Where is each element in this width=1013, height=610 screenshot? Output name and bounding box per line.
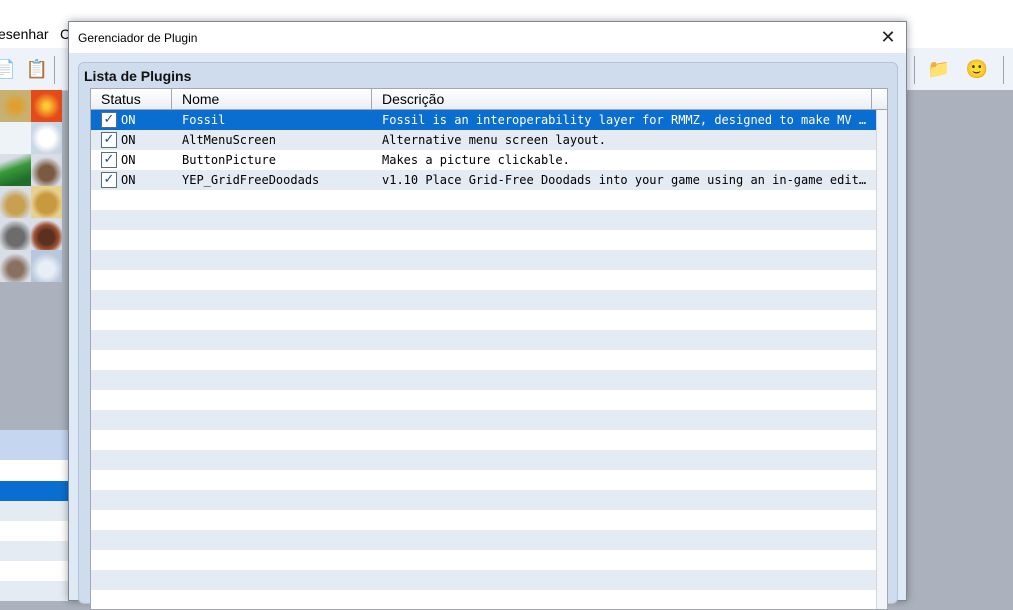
- map-list-item[interactable]: [0, 581, 68, 601]
- empty-row: [91, 370, 877, 390]
- status-cell: ✓ ON: [101, 130, 171, 150]
- plugin-name-cell: YEP_GridFreeDoodads: [182, 173, 320, 187]
- group-title: Lista de Plugins: [84, 68, 192, 84]
- empty-row: [91, 450, 877, 470]
- empty-row: [91, 270, 877, 290]
- map-folder-icon[interactable]: 📁: [926, 56, 952, 82]
- empty-row: [91, 350, 877, 370]
- map-canvas-area: [906, 90, 1013, 599]
- dialog-titlebar[interactable]: Gerenciador de Plugin ✕: [69, 22, 906, 53]
- plugin-list-group: Lista de Plugins Status Nome Descrição ✓…: [78, 62, 898, 610]
- map-list-tabbar[interactable]: [0, 430, 68, 460]
- map-list-item-selected[interactable]: [0, 481, 68, 501]
- empty-row: [91, 310, 877, 330]
- column-header-name[interactable]: Nome: [172, 89, 372, 109]
- plugin-name-cell: ButtonPicture: [182, 153, 276, 167]
- tile-volcano[interactable]: [31, 218, 62, 250]
- empty-row: [91, 590, 877, 609]
- close-icon: ✕: [880, 27, 896, 47]
- plugin-description-cell: Makes a picture clickable.: [382, 153, 570, 167]
- empty-row: [91, 190, 877, 210]
- status-checkbox[interactable]: ✓: [101, 132, 117, 148]
- empty-row: [91, 330, 877, 350]
- dialog-title: Gerenciador de Plugin: [78, 31, 198, 45]
- table-row[interactable]: ✓ ON ButtonPicture Makes a picture clickabl…: [91, 150, 877, 170]
- column-header-status[interactable]: Status: [91, 89, 172, 109]
- tileset-palette[interactable]: [0, 90, 62, 282]
- toolbar-separator: [54, 56, 55, 84]
- map-list[interactable]: [0, 460, 68, 601]
- empty-row: [91, 410, 877, 430]
- table-body: ✓ ON Fossil Fossil is an interoperability l…: [91, 110, 877, 609]
- plugin-name-cell: AltMenuScreen: [182, 133, 276, 147]
- status-label: ON: [121, 133, 136, 147]
- empty-row: [91, 290, 877, 310]
- tile-brown-rock[interactable]: [31, 154, 62, 186]
- plugin-table[interactable]: Status Nome Descrição ✓ ON Fossil Fossil is…: [90, 88, 888, 610]
- status-cell: ✓ ON: [101, 110, 171, 130]
- menu-item-desenhar[interactable]: esenhar: [0, 26, 49, 42]
- plugin-name-cell: Fossil: [182, 113, 226, 127]
- empty-row: [91, 210, 877, 230]
- empty-row: [91, 250, 877, 270]
- toolbar-separator: [1003, 56, 1004, 84]
- tile-ice-rock[interactable]: [31, 250, 62, 282]
- empty-row: [91, 390, 877, 410]
- column-header-description[interactable]: Descrição: [372, 89, 872, 109]
- map-list-item[interactable]: [0, 541, 68, 561]
- status-cell: ✓ ON: [101, 170, 171, 190]
- table-row[interactable]: ✓ ON Fossil Fossil is an interoperability l…: [91, 110, 877, 130]
- status-cell: ✓ ON: [101, 150, 171, 170]
- column-header-filler: [872, 89, 887, 109]
- table-scrollbar-gutter[interactable]: [876, 110, 887, 609]
- empty-row: [91, 230, 877, 250]
- page-icon[interactable]: 📄: [0, 56, 18, 82]
- tile-flower[interactable]: [0, 90, 31, 122]
- empty-row: [91, 510, 877, 530]
- status-checkbox[interactable]: ✓: [101, 152, 117, 168]
- toolbar-separator: [914, 56, 915, 84]
- tile-cloud[interactable]: [31, 122, 62, 154]
- status-checkbox[interactable]: ✓: [101, 112, 117, 128]
- table-row[interactable]: ✓ ON AltMenuScreen Alternative menu screen …: [91, 130, 877, 150]
- character-face-icon[interactable]: 🙂: [964, 56, 990, 82]
- status-label: ON: [121, 153, 136, 167]
- status-checkbox[interactable]: ✓: [101, 172, 117, 188]
- plugin-description-cell: Fossil is an interoperability layer for …: [382, 113, 872, 127]
- plugin-description-cell: Alternative menu screen layout.: [382, 133, 606, 147]
- plugin-description-cell: v1.10 Place Grid-Free Doodads into your …: [382, 173, 872, 187]
- clipboard-icon[interactable]: 📋: [24, 56, 50, 82]
- empty-row: [91, 530, 877, 550]
- tile-snow-flake[interactable]: [0, 122, 31, 154]
- empty-row: [91, 430, 877, 450]
- tile-green-hill[interactable]: [0, 154, 31, 186]
- empty-row: [91, 470, 877, 490]
- tile-desert-rock[interactable]: [31, 186, 62, 218]
- status-label: ON: [121, 173, 136, 187]
- tile-grey-rock[interactable]: [0, 218, 31, 250]
- empty-row: [91, 550, 877, 570]
- status-label: ON: [121, 113, 136, 127]
- empty-row: [91, 570, 877, 590]
- tile-rubble[interactable]: [0, 250, 31, 282]
- tile-lava[interactable]: [31, 90, 62, 122]
- close-button[interactable]: ✕: [870, 22, 906, 53]
- plugin-manager-dialog: Gerenciador de Plugin ✕ Lista de Plugins…: [68, 21, 907, 610]
- table-row[interactable]: ✓ ON YEP_GridFreeDoodads v1.10 Place Grid-F…: [91, 170, 877, 190]
- empty-row: [91, 490, 877, 510]
- editor-titlebar: [0, 0, 1013, 22]
- map-list-item[interactable]: [0, 501, 68, 521]
- table-header: Status Nome Descrição: [91, 89, 887, 110]
- tile-sand-hill[interactable]: [0, 186, 31, 218]
